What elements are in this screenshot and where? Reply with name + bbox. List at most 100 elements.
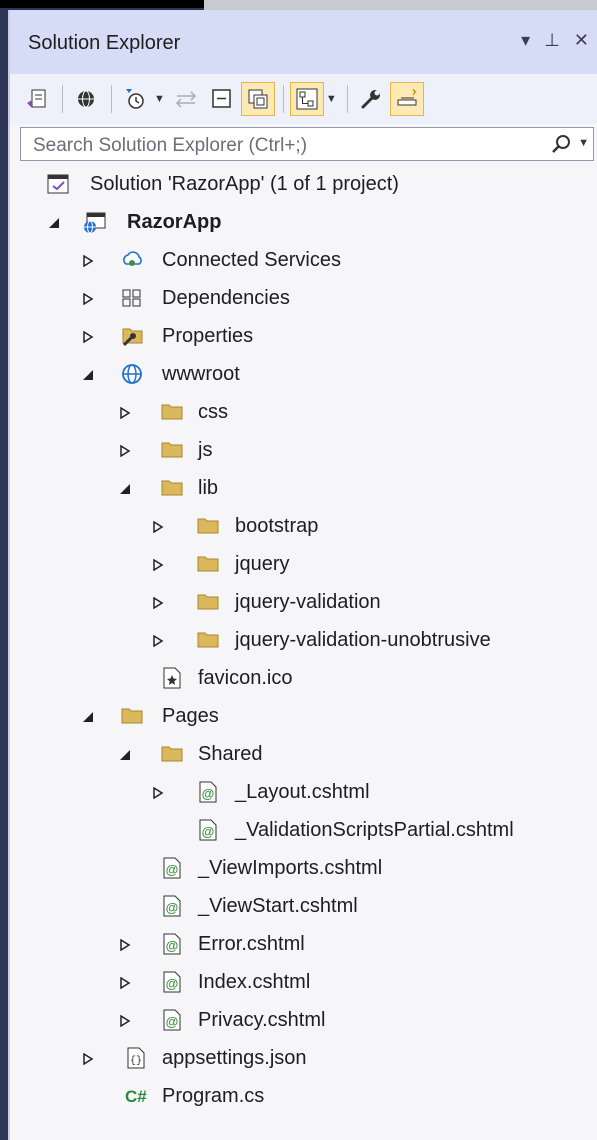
title-actions: ▾ ⊥ ✕ (521, 30, 589, 50)
top-black-strip (0, 0, 204, 8)
collapsed-arrow-icon[interactable] (152, 521, 164, 533)
tree-item-wwwroot[interactable]: wwwroot (10, 356, 597, 394)
search-options-dropdown-icon[interactable]: ▼ (578, 137, 589, 149)
folder-icon (197, 632, 219, 648)
collapsed-arrow-icon[interactable] (119, 445, 131, 457)
globe-icon (78, 90, 94, 108)
tree-item-properties[interactable]: Properties (10, 318, 597, 356)
web-button[interactable] (69, 82, 103, 116)
folder-icon (121, 708, 143, 724)
expanded-arrow-icon[interactable] (48, 217, 60, 229)
folder-icon (161, 404, 183, 420)
tree-item-label: Program.cs (162, 1085, 265, 1107)
toolbar: ▼ ▼ (10, 74, 597, 124)
expanded-arrow-icon[interactable] (119, 749, 131, 761)
search-input[interactable]: Search Solution Explorer (Ctrl+;) ▼ (20, 127, 594, 161)
switch-views-button[interactable] (20, 82, 54, 116)
collapsed-arrow-icon[interactable] (82, 293, 94, 305)
tree-item-label: Properties (162, 325, 254, 347)
tree-item-viewstart[interactable]: @ _ViewStart.cshtml (10, 888, 597, 926)
pin-icon[interactable]: ⊥ (544, 30, 560, 50)
search-icon[interactable] (549, 132, 573, 156)
tree-item-validation-scripts-partial[interactable]: @ _ValidationScriptsPartial.cshtml (10, 812, 597, 850)
tree-item-viewimports[interactable]: @ _ViewImports.cshtml (10, 850, 597, 888)
globe-icon (122, 364, 142, 384)
collapsed-arrow-icon[interactable] (152, 559, 164, 571)
dependencies-icon (122, 289, 141, 307)
title-bar: Solution Explorer ▾ ⊥ ✕ (10, 10, 597, 74)
tree-item-dependencies[interactable]: Dependencies (10, 280, 597, 318)
collapsed-arrow-icon[interactable] (82, 1053, 94, 1065)
wrench-icon (361, 90, 380, 109)
collapse-all-button[interactable] (205, 82, 239, 116)
svg-text:@: @ (166, 862, 179, 877)
toolbar-separator (62, 85, 63, 113)
collapsed-arrow-icon[interactable] (152, 597, 164, 609)
close-icon[interactable]: ✕ (574, 30, 589, 50)
razor-file-icon: @ (163, 971, 181, 993)
tree-item-pages[interactable]: Pages (10, 698, 597, 736)
tree-item-jquery-validation[interactable]: jquery-validation (10, 584, 597, 622)
expanded-arrow-icon[interactable] (82, 369, 94, 381)
tree-item-label: _ViewStart.cshtml (198, 895, 358, 917)
folder-icon (197, 556, 219, 572)
tree-item-appsettings[interactable]: {} appsettings.json (10, 1040, 597, 1078)
tree-item-project[interactable]: RazorApp (10, 204, 597, 242)
tree-item-label: Solution 'RazorApp' (1 of 1 project) (90, 173, 399, 195)
tree-item-lib[interactable]: lib (10, 470, 597, 508)
tree-item-jquery[interactable]: jquery (10, 546, 597, 584)
tree-item-favicon[interactable]: favicon.ico (10, 660, 597, 698)
top-gray-strip (204, 0, 597, 10)
pending-changes-filter-button[interactable] (118, 82, 152, 116)
svg-text:@: @ (166, 976, 179, 991)
razor-file-icon: @ (163, 895, 181, 917)
tree-item-label: Privacy.cshtml (198, 1009, 326, 1031)
tree-item-label: Pages (162, 705, 219, 727)
properties-button[interactable] (354, 82, 388, 116)
tree-item-label: wwwroot (162, 363, 240, 385)
tree-item-bootstrap[interactable]: bootstrap (10, 508, 597, 546)
tree-item-css[interactable]: css (10, 394, 597, 432)
tree-item-label: _ValidationScriptsPartial.cshtml (235, 819, 514, 841)
tree-item-label: favicon.ico (198, 667, 293, 689)
collapse-all-icon (212, 89, 231, 108)
preview-selected-items-button[interactable] (389, 82, 424, 116)
folder-icon (197, 594, 219, 610)
collapsed-arrow-icon[interactable] (82, 255, 94, 267)
collapsed-arrow-icon[interactable] (82, 331, 94, 343)
tree-item-index[interactable]: @ Index.cshtml (10, 964, 597, 1002)
tree-item-label: bootstrap (235, 515, 319, 537)
properties-folder-icon (122, 328, 143, 347)
tree-item-shared[interactable]: Shared (10, 736, 597, 774)
folder-icon (197, 518, 219, 534)
tree-item-js[interactable]: js (10, 432, 597, 470)
tree-item-label: _Layout.cshtml (235, 781, 370, 803)
tree-item-privacy[interactable]: @ Privacy.cshtml (10, 1002, 597, 1040)
left-strip (0, 8, 8, 1140)
svg-text:{}: {} (130, 1055, 142, 1067)
tree-item-error[interactable]: @ Error.cshtml (10, 926, 597, 964)
show-all-files-button[interactable] (240, 82, 275, 116)
preview-icon (397, 88, 417, 106)
tree-item-solution[interactable]: Solution 'RazorApp' (1 of 1 project) (10, 166, 597, 204)
tree-item-layout[interactable]: @ _Layout.cshtml (10, 774, 597, 812)
tree-item-label: lib (198, 477, 219, 499)
tree-item-jquery-validation-unobtrusive[interactable]: jquery-validation-unobtrusive (10, 622, 597, 660)
collapsed-arrow-icon[interactable] (119, 1015, 131, 1027)
view-hierarchy-button[interactable] (289, 82, 324, 116)
expanded-arrow-icon[interactable] (82, 711, 94, 723)
tree-item-label: Dependencies (162, 287, 290, 309)
collapsed-arrow-icon[interactable] (119, 977, 131, 989)
chevron-down-icon[interactable]: ▼ (326, 93, 337, 105)
expanded-arrow-icon[interactable] (119, 483, 131, 495)
sync-with-active-document-button[interactable] (169, 82, 203, 116)
folder-icon (161, 442, 183, 458)
collapsed-arrow-icon[interactable] (119, 407, 131, 419)
tree-item-connected-services[interactable]: Connected Services (10, 242, 597, 280)
collapsed-arrow-icon[interactable] (152, 635, 164, 647)
collapsed-arrow-icon[interactable] (152, 787, 164, 799)
tree-item-program[interactable]: C# Program.cs (10, 1078, 597, 1116)
collapsed-arrow-icon[interactable] (119, 939, 131, 951)
window-position-dropdown-icon[interactable]: ▾ (521, 30, 530, 50)
chevron-down-icon[interactable]: ▼ (154, 93, 165, 105)
